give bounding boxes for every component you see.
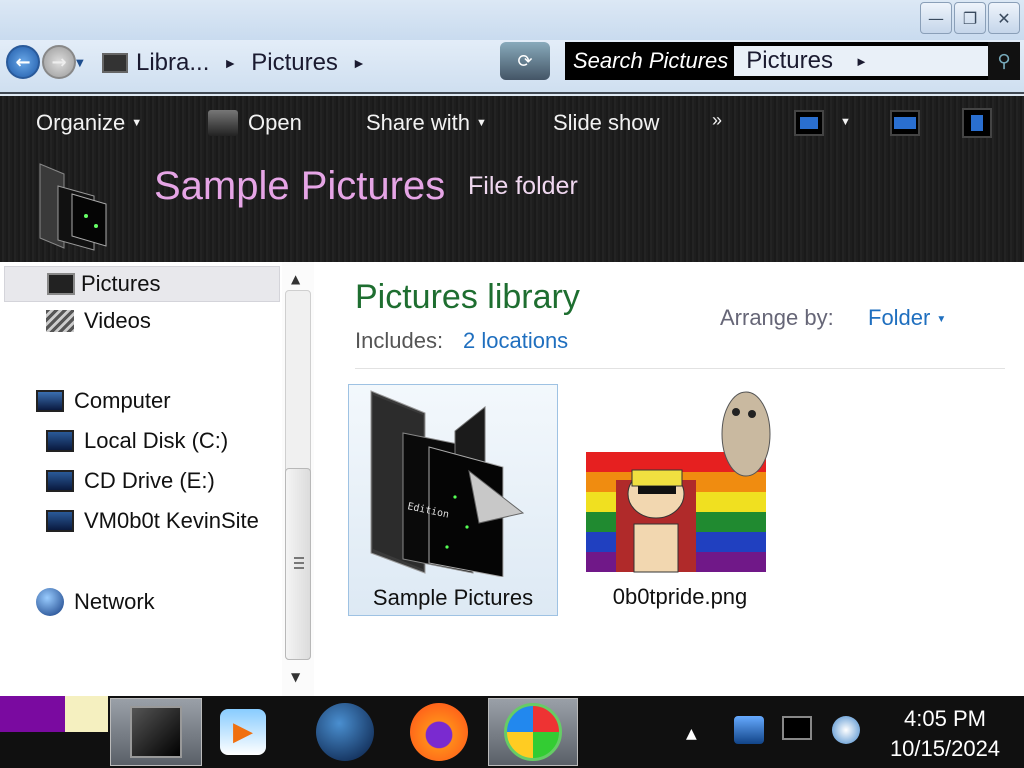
media-player-icon: ▶ [220, 709, 266, 755]
crumb-libraries[interactable]: Libra... [136, 49, 209, 77]
selected-item-title: Sample Pictures [154, 164, 446, 208]
breadcrumb[interactable]: Libra... ► Pictures ► [92, 46, 492, 80]
title-bar [0, 0, 1024, 40]
change-view-icon[interactable] [794, 110, 824, 136]
taskbar-start[interactable] [488, 698, 578, 766]
show-hidden-icons-button[interactable]: ▲ [686, 726, 697, 742]
taskbar-firefox[interactable] [404, 698, 474, 766]
nav-item-pictures[interactable]: Pictures [4, 266, 280, 302]
window-controls: — ❐ ✕ [920, 2, 1020, 34]
nav-item-network-drive[interactable]: VM0b0t KevinSite [46, 508, 259, 534]
grip-icon [294, 557, 304, 569]
arrange-by-label: Arrange by: [720, 305, 834, 330]
refresh-icon: ⟳ [517, 50, 533, 72]
scroll-down-arrow-icon[interactable]: ▼ [291, 670, 300, 684]
back-button[interactable]: ← [6, 45, 40, 79]
file-name: Sample Pictures [372, 585, 534, 610]
more-commands-button[interactable]: » [712, 110, 722, 131]
navigation-scrollbar[interactable]: ▲ ▼ [282, 262, 314, 696]
selected-item-type: File folder [468, 172, 578, 200]
cd-drive-icon [46, 470, 74, 492]
network-drive-icon [46, 510, 74, 532]
forward-button[interactable]: → [42, 45, 76, 79]
library-locations-link[interactable]: 2 locations [463, 328, 568, 354]
open-icon [208, 110, 238, 136]
search-placeholder: Search Pictures [573, 48, 729, 73]
clock-date: 10/15/2024 [889, 736, 1001, 761]
close-button[interactable]: ✕ [988, 2, 1020, 34]
file-name: 0b0tpride.png [612, 584, 748, 609]
file-tile-sample-pictures[interactable]: Edition Sample Pictures [348, 384, 558, 616]
computer-icon [36, 390, 64, 412]
nav-item-videos[interactable]: Videos [46, 308, 151, 334]
globe-icon [316, 703, 374, 761]
back-arrow-icon: ← [15, 51, 31, 73]
view-dropdown-arrow[interactable]: ▼ [840, 116, 851, 128]
desktop-peek-area[interactable] [0, 696, 108, 732]
file-tile-0b0tpride[interactable]: 0b0tpride.png [580, 384, 780, 616]
slide-show-button[interactable]: Slide show [553, 110, 659, 136]
disk-icon [46, 430, 74, 452]
search-location: Pictures ► [734, 46, 988, 76]
crumb-separator-icon[interactable]: ► [352, 55, 366, 71]
action-center-icon[interactable] [734, 716, 764, 744]
arrange-by-dropdown[interactable]: Folder ▼ [868, 305, 946, 331]
volume-icon[interactable] [832, 716, 860, 744]
maximize-button[interactable]: ❐ [954, 2, 986, 34]
forward-arrow-icon: → [51, 51, 67, 73]
explorer-icon [130, 706, 182, 758]
image-thumbnail-icon [586, 384, 776, 580]
organize-button[interactable]: Organize ▼ [36, 110, 142, 136]
search-icon: ⚲ [997, 50, 1011, 72]
windows-logo-icon [504, 703, 562, 761]
nav-item-network[interactable]: Network [36, 588, 155, 616]
share-with-button[interactable]: Share with ▼ [366, 110, 487, 136]
crumb-pictures[interactable]: Pictures [251, 49, 338, 77]
preview-pane-icon[interactable] [890, 110, 920, 136]
library-title: Pictures library [355, 278, 580, 316]
search-box[interactable]: Search Pictures Pictures ► [565, 42, 988, 80]
library-icon [102, 53, 128, 73]
help-icon[interactable] [962, 108, 992, 138]
open-button[interactable]: Open [208, 110, 302, 136]
nav-item-cd-drive[interactable]: CD Drive (E:) [46, 468, 215, 494]
clock-time: 4:05 PM [904, 706, 986, 731]
nav-item-local-disk[interactable]: Local Disk (C:) [46, 428, 228, 454]
network-status-icon[interactable] [782, 716, 812, 740]
network-icon [36, 588, 64, 616]
library-includes-label: Includes: [355, 328, 444, 353]
divider [355, 368, 1005, 369]
system-clock[interactable]: 4:05 PM 10/15/2024 [880, 704, 1010, 764]
scroll-thumb[interactable] [285, 468, 311, 660]
pictures-icon [47, 273, 75, 295]
folder-icon: Edition [363, 387, 533, 583]
refresh-button[interactable]: ⟳ [500, 42, 550, 80]
minimize-button[interactable]: — [920, 2, 952, 34]
taskbar-media-player[interactable]: ▶ [212, 698, 274, 766]
search-button[interactable]: ⚲ [988, 42, 1020, 80]
folder-thumbnail-icon [36, 160, 110, 252]
firefox-icon [410, 703, 468, 761]
videos-icon [46, 310, 74, 332]
scroll-up-arrow-icon[interactable]: ▲ [291, 272, 300, 286]
taskbar-browser-globe[interactable] [312, 698, 378, 766]
taskbar-explorer[interactable] [110, 698, 202, 766]
recent-pages-dropdown[interactable]: ▼ [76, 58, 84, 69]
nav-item-computer[interactable]: Computer [36, 388, 171, 414]
crumb-separator-icon[interactable]: ► [223, 55, 237, 71]
